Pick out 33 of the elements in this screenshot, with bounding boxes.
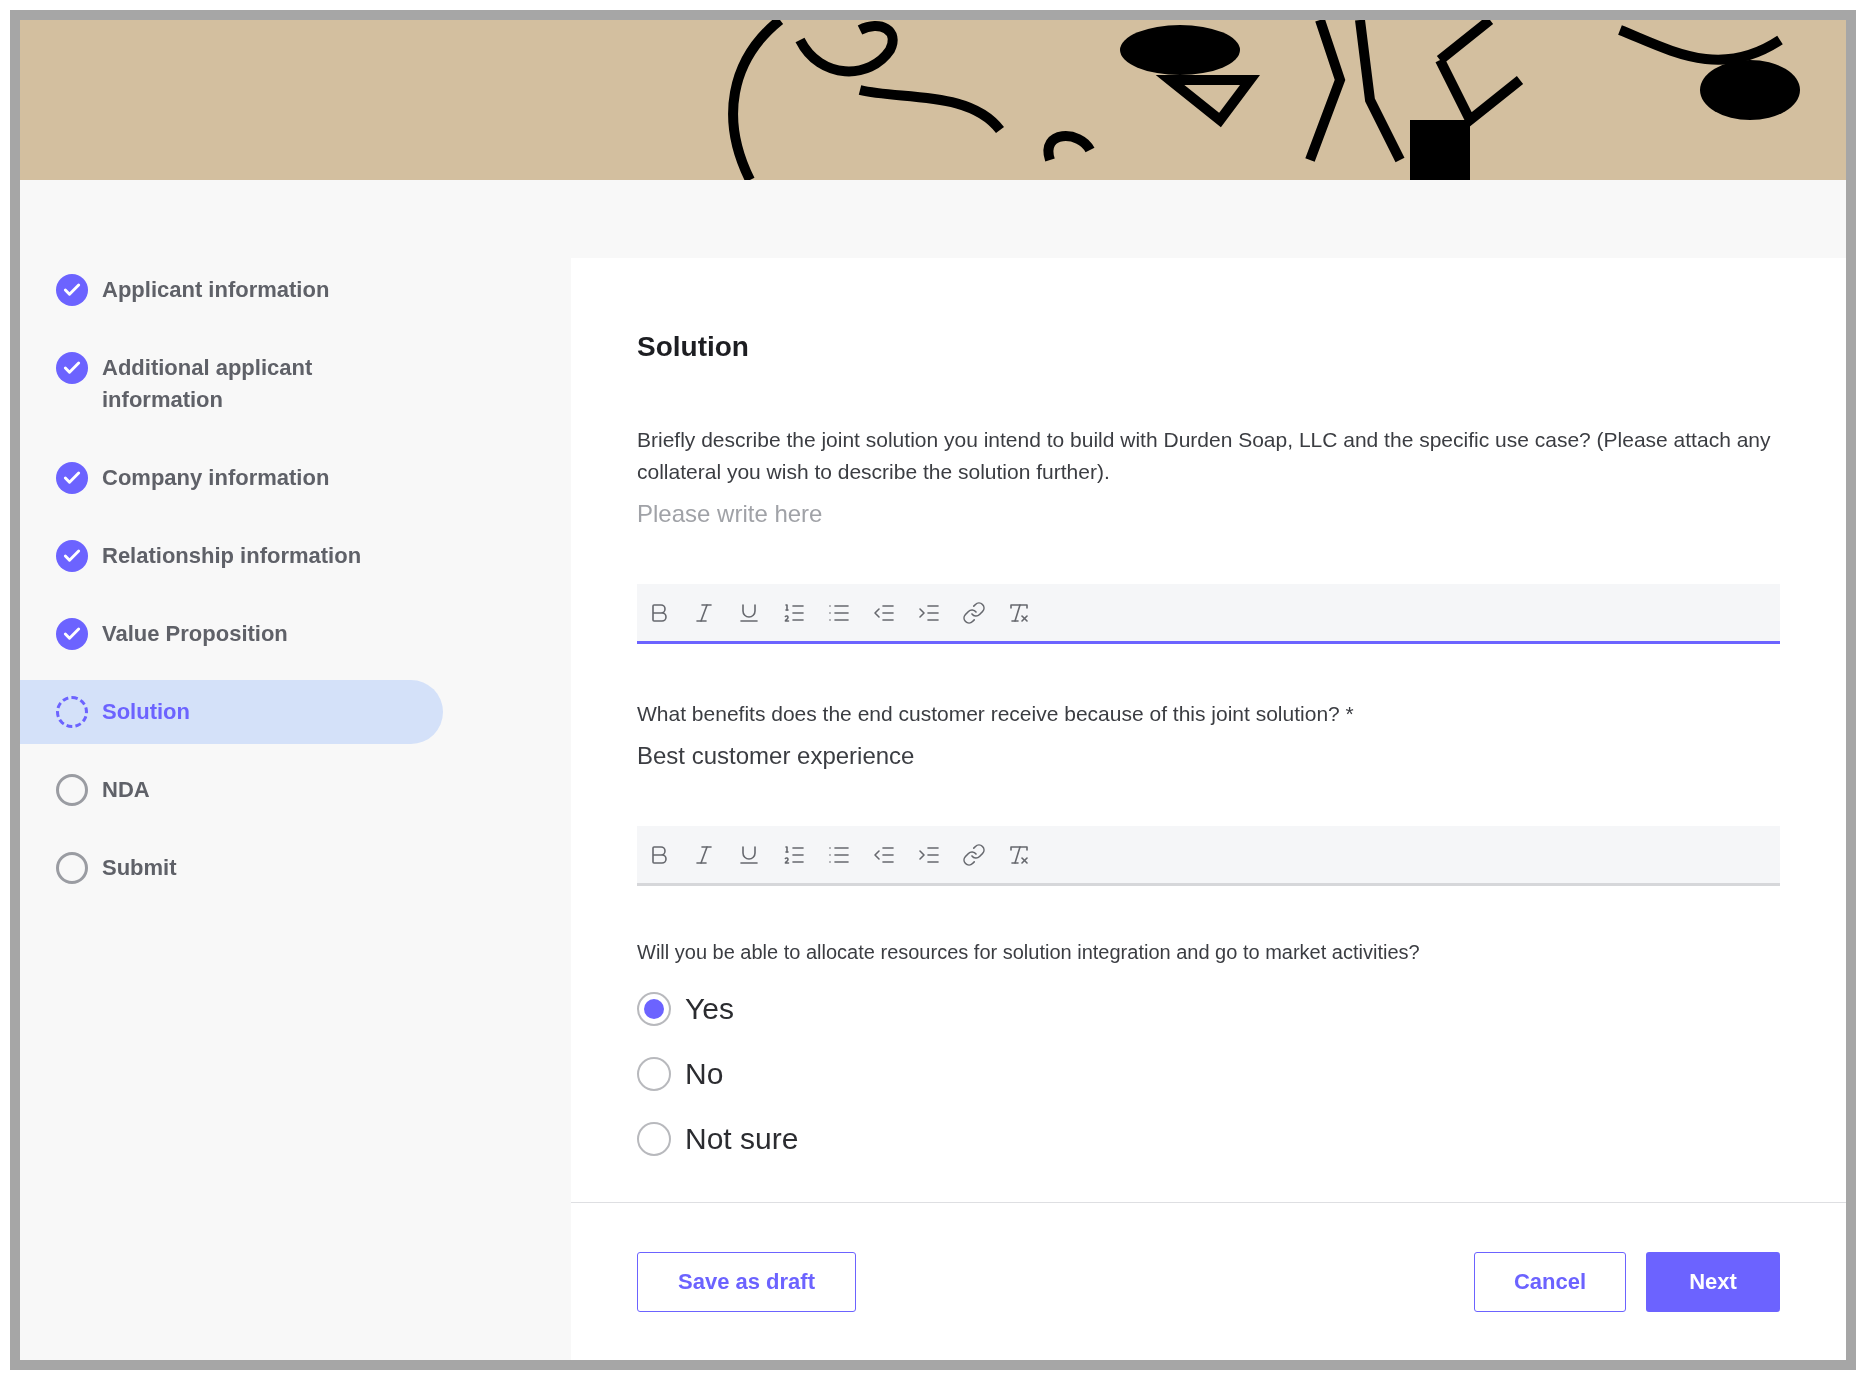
section-title: Solution xyxy=(637,330,750,364)
step-item[interactable]: Relationship information xyxy=(20,524,443,588)
step-label: Applicant information xyxy=(102,276,330,304)
step-item[interactable]: Company information xyxy=(20,446,443,510)
question-text: Briefly describe the joint solution you intend to build with Durden Soap, LLC and the specific use case? (Please attach any collateral you wish to describe the solution further). xyxy=(637,427,1772,485)
radio-button[interactable] xyxy=(637,991,671,1026)
link-icon[interactable] xyxy=(962,600,986,625)
question-text: Will you be able to allocate resources for solution integration and go to market activities? xyxy=(637,940,1421,965)
radio-option[interactable]: No xyxy=(637,1051,1780,1096)
radio-option[interactable]: Not sure xyxy=(637,1116,1780,1161)
radio-button[interactable] xyxy=(637,1056,671,1091)
save-draft-button[interactable]: Save as draft xyxy=(637,1251,856,1312)
radio-option[interactable]: Yes xyxy=(637,986,1780,1031)
radio-button[interactable] xyxy=(637,1121,671,1156)
step-item[interactable]: Value Proposition xyxy=(20,602,443,666)
cancel-button[interactable]: Cancel xyxy=(1474,1251,1626,1312)
next-button[interactable]: Next xyxy=(1646,1251,1780,1312)
step-label: Solution xyxy=(102,698,190,726)
answer-field[interactable]: Please write here xyxy=(637,494,1780,534)
step-label: Company information xyxy=(102,464,330,492)
step-label: Relationship information xyxy=(102,542,362,570)
step-label: Value Proposition xyxy=(102,620,288,648)
answer-field[interactable]: Best customer experience xyxy=(637,736,1780,776)
step-item[interactable]: Applicant information xyxy=(20,258,443,322)
step-label: Additional applicant information xyxy=(102,354,314,414)
step-item[interactable]: Additional applicant information xyxy=(20,336,443,432)
step-item[interactable]: NDA xyxy=(20,758,443,822)
step-label: NDA xyxy=(102,776,150,804)
link-icon[interactable] xyxy=(962,842,986,867)
step-item[interactable]: Solution xyxy=(20,680,443,744)
question-text: What benefits does the end customer receive because of this joint solution? * xyxy=(637,701,1355,727)
step-item[interactable]: Submit xyxy=(20,836,443,900)
step-label: Submit xyxy=(102,854,177,882)
